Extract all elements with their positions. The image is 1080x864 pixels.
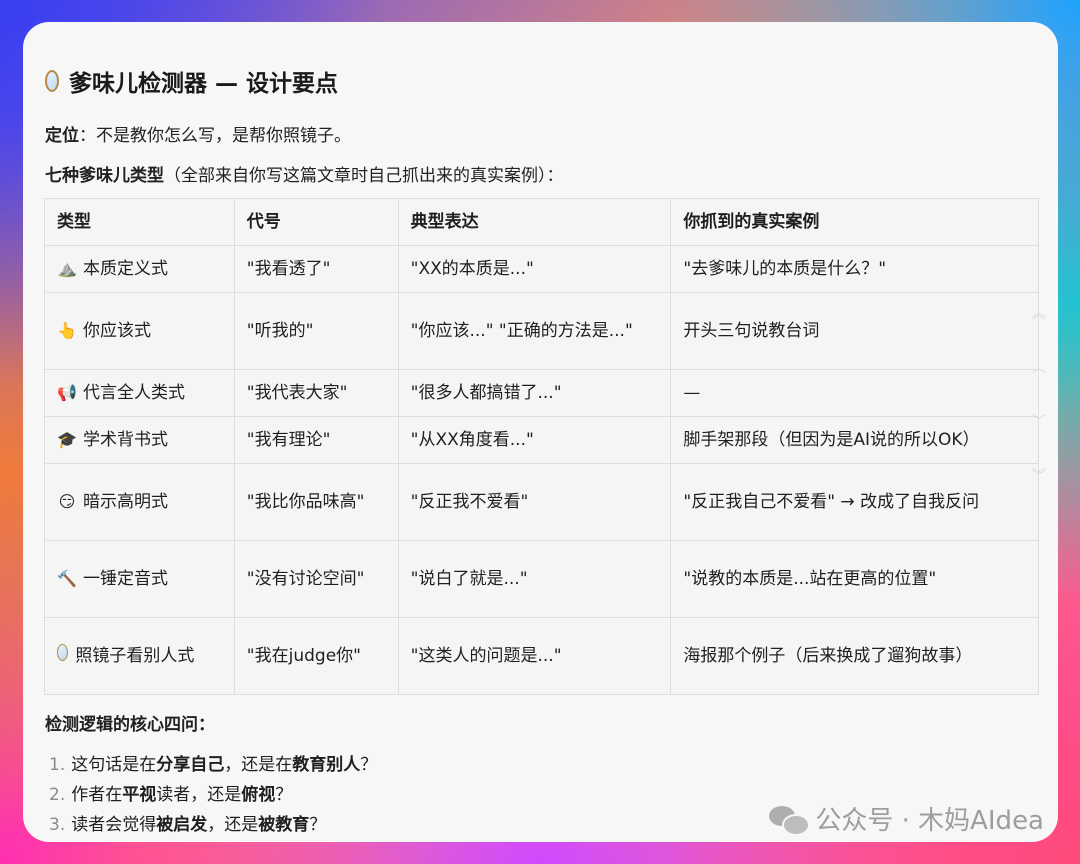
questions-list: 1. 这句话是在分享自己，还是在教育别人？ 2. 作者在平视读者，还是俯视？ 3. 读… (49, 750, 377, 840)
page-title: 爹味儿检测器 — 设计要点 (45, 64, 338, 98)
list-item: 3. 读者会觉得被启发，还是被教育？ (49, 810, 377, 840)
cell-case: "去爹味儿的本质是什么？" (670, 245, 1039, 293)
positioning-text: ：不是教你怎么写，是帮你照镜子。 (79, 126, 351, 146)
header-type: 类型 (44, 198, 235, 246)
q-bold: 被教育 (258, 815, 310, 835)
q-text: 读者会觉得 (71, 815, 157, 835)
types-intro-line: 七种爹味儿类型（全部来自你写这篇文章时自己抓出来的真实案例）： (45, 161, 564, 186)
q-bold: 分享自己 (156, 755, 225, 775)
wechat-icon (769, 804, 811, 836)
q-bold: 教育别人 (292, 755, 361, 775)
cell-code: "没有讨论空间" (233, 540, 399, 618)
scroll-top-icon[interactable]: ︽ (1024, 299, 1054, 329)
page-title-text: 爹味儿检测器 — 设计要点 (69, 71, 339, 97)
q-bold: 平视 (122, 785, 157, 805)
q-text: ，还是 (207, 815, 259, 835)
table-row: 🔨 一锤定音式 "没有讨论空间" "说白了就是..." "说教的本质是...站在更… (44, 540, 1039, 618)
cell-type: 🔨 一锤定音式 (44, 540, 235, 618)
mountain-icon: ⛰️ (57, 259, 77, 278)
cell-type: 😏 暗示高明式 (44, 463, 235, 541)
type-label: 你应该式 (83, 321, 151, 341)
smirk-icon: 😏 (58, 492, 76, 511)
cell-expression: "XX的本质是..." (397, 245, 672, 293)
q-text: ？ (360, 755, 378, 775)
mirror-icon (45, 70, 59, 92)
cell-expression: "你应该..." "正确的方法是..." (397, 292, 672, 370)
table-row: 照镜子看别人式 "我在judge你" "这类人的问题是..." 海报那个例子（后… (44, 617, 1039, 695)
header-code: 代号 (233, 198, 399, 246)
watermark-text: 公众号 · 木妈AIdea (815, 806, 1044, 836)
cell-code: "我代表大家" (233, 369, 399, 417)
list-number: 3. (49, 815, 66, 835)
q-text: ？ (275, 785, 293, 805)
list-number: 1. (49, 755, 66, 775)
cell-case: "反正我自己不爱看" → 改成了自我反问 (670, 463, 1039, 541)
cell-expression: "说白了就是..." (397, 540, 672, 618)
graduation-cap-icon: 🎓 (57, 430, 77, 449)
cell-case: "说教的本质是...站在更高的位置" (670, 540, 1039, 618)
q-text: ？ (309, 815, 327, 835)
positioning-label: 定位 (45, 126, 79, 146)
q-text: 这句话是在 (71, 755, 157, 775)
cell-expression: "反正我不爱看" (397, 463, 672, 541)
q-bold: 被启发 (156, 815, 208, 835)
table-row: 😏 暗示高明式 "我比你品味高" "反正我不爱看" "反正我自己不爱看" → 改成… (44, 463, 1039, 541)
list-item: 2. 作者在平视读者，还是俯视？ (49, 780, 377, 810)
pointing-up-icon: 👆 (57, 321, 77, 340)
cell-case: 开头三句说教台词 (670, 292, 1039, 370)
cell-type: ⛰️ 本质定义式 (44, 245, 235, 293)
cell-case: 海报那个例子（后来换成了遛狗故事） (670, 617, 1039, 695)
positioning-line: 定位：不是教你怎么写，是帮你照镜子。 (45, 121, 351, 146)
cell-type: 📢 代言全人类式 (44, 369, 235, 417)
header-expression: 典型表达 (397, 198, 672, 246)
table-row: 🎓 学术背书式 "我有理论" "从XX角度看..." 脚手架那段（但因为是AI说的… (44, 416, 1039, 464)
list-item: 1. 这句话是在分享自己，还是在教育别人？ (49, 750, 377, 780)
table-row: 👆 你应该式 "听我的" "你应该..." "正确的方法是..." 开头三句说教台… (44, 292, 1039, 370)
watermark: 公众号 · 木妈AIdea (769, 800, 1044, 837)
types-table: 类型 代号 典型表达 你抓到的真实案例 ⛰️ 本质定义式 "我看透了" "XX的本… (44, 198, 1039, 695)
cell-code: "我比你品味高" (233, 463, 399, 541)
list-number: 2. (49, 785, 66, 805)
q-bold: 俯视 (241, 785, 276, 805)
cell-case: — (670, 369, 1039, 417)
cell-expression: "很多人都搞错了..." (397, 369, 672, 417)
logic-title: 检测逻辑的核心四问： (45, 715, 215, 735)
cell-type: 🎓 学术背书式 (44, 416, 235, 464)
type-label: 照镜子看别人式 (75, 646, 195, 666)
cell-code: "我看透了" (233, 245, 399, 293)
q-text: ，还是在 (224, 755, 293, 775)
type-label: 本质定义式 (83, 259, 168, 279)
cell-case: 脚手架那段（但因为是AI说的所以OK） (670, 416, 1039, 464)
types-intro-text: （全部来自你写这篇文章时自己抓出来的真实案例）： (164, 166, 564, 186)
scroll-bottom-icon[interactable]: ︾ (1024, 461, 1054, 491)
megaphone-icon: 📢 (57, 383, 77, 402)
types-intro-label: 七种爹味儿类型 (45, 166, 164, 186)
mirror-icon (57, 644, 68, 661)
hammer-icon: 🔨 (57, 569, 77, 588)
table-header-row: 类型 代号 典型表达 你抓到的真实案例 (44, 198, 1039, 246)
q-text: 作者在 (71, 785, 123, 805)
q-text: 读者，还是 (156, 785, 242, 805)
content-card: 爹味儿检测器 — 设计要点 定位：不是教你怎么写，是帮你照镜子。 七种爹味儿类型… (23, 22, 1058, 842)
cell-expression: "这类人的问题是..." (397, 617, 672, 695)
cell-code: "我有理论" (233, 416, 399, 464)
header-case: 你抓到的真实案例 (670, 198, 1039, 246)
scroll-up-icon[interactable]: ︿ (1024, 353, 1054, 383)
scroll-controls: ︽ ︿ ﹀ ︾ (1018, 297, 1058, 507)
type-label: 一锤定音式 (83, 569, 168, 589)
cell-code: "听我的" (233, 292, 399, 370)
type-label: 暗示高明式 (83, 492, 168, 512)
cell-type: 👆 你应该式 (44, 292, 235, 370)
cell-expression: "从XX角度看..." (397, 416, 672, 464)
cell-type: 照镜子看别人式 (44, 617, 235, 695)
table-row: 📢 代言全人类式 "我代表大家" "很多人都搞错了..." — (44, 369, 1039, 417)
table-row: ⛰️ 本质定义式 "我看透了" "XX的本质是..." "去爹味儿的本质是什么？" (44, 245, 1039, 293)
cell-code: "我在judge你" (233, 617, 399, 695)
scroll-down-icon[interactable]: ﹀ (1024, 407, 1054, 437)
type-label: 学术背书式 (83, 430, 168, 450)
type-label: 代言全人类式 (83, 383, 185, 403)
